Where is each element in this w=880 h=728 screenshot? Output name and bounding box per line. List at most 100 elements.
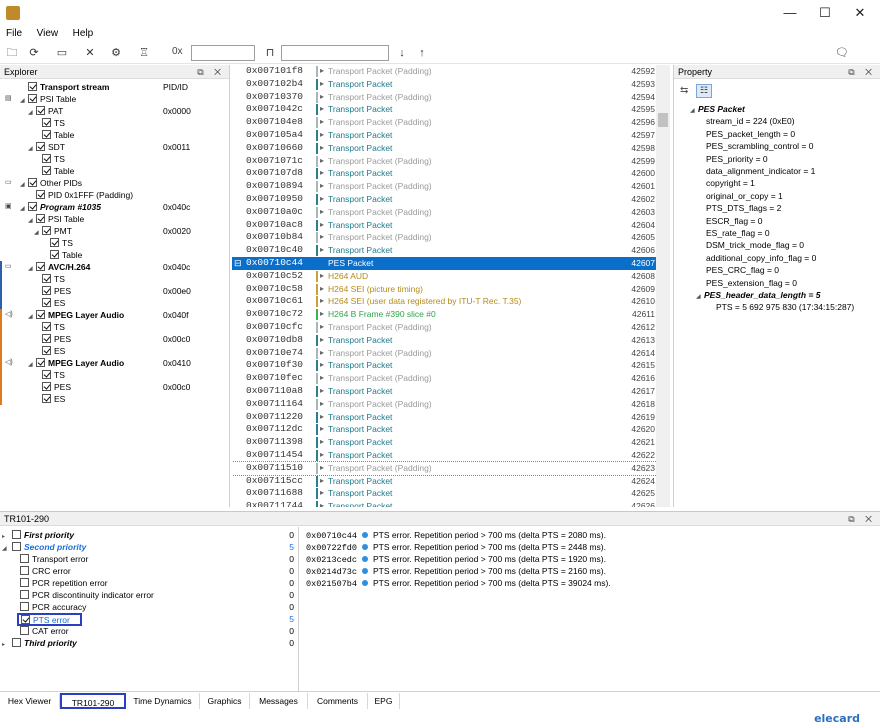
explorer-row-transport-stream[interactable]: Transport stream PID/ID bbox=[0, 81, 229, 93]
packet-row[interactable]: 0x007110a8 ▸ Transport Packet 42617 bbox=[232, 385, 657, 398]
packet-row[interactable]: 0x00710ac8 ▸ Transport Packet 42604 bbox=[232, 219, 657, 232]
checkbox[interactable] bbox=[28, 82, 37, 91]
explorer-row-es[interactable]: ES bbox=[0, 393, 229, 405]
checkbox[interactable] bbox=[42, 298, 51, 307]
tr101-row[interactable]: CRC error 0 bbox=[2, 565, 296, 577]
collapse-arrow-icon[interactable]: ◢ bbox=[690, 105, 698, 118]
packet-row[interactable]: 0x00710a0c ▸ Transport Packet (Padding) 426… bbox=[232, 206, 657, 219]
checkbox[interactable] bbox=[36, 214, 45, 223]
panel-controls[interactable]: ⧉ ✕ bbox=[197, 65, 225, 79]
tab-hex-viewer[interactable]: Hex Viewer bbox=[0, 693, 60, 709]
checkbox[interactable] bbox=[12, 530, 21, 539]
explorer-row-avc-h-264[interactable]: ▭ ◢ AVC/H.264 0x040c bbox=[0, 261, 229, 273]
checkbox[interactable] bbox=[42, 382, 51, 391]
checkbox[interactable] bbox=[42, 166, 51, 175]
expand-arrow-icon[interactable]: ▸ bbox=[320, 142, 324, 155]
expand-arrow-icon[interactable]: ▸ bbox=[320, 385, 324, 398]
packet-row[interactable]: 0x00710c61 ▸ H264 SEI (user data registere… bbox=[232, 295, 657, 308]
packet-row[interactable]: 0x00711744 ▸ Transport Packet 42626 bbox=[232, 500, 657, 507]
reload-icon[interactable]: ⟳ bbox=[26, 45, 42, 61]
menu-file[interactable]: File bbox=[0, 26, 28, 42]
tr101-row[interactable]: CAT error 0 bbox=[2, 625, 296, 637]
checkbox[interactable] bbox=[42, 226, 51, 235]
explorer-row-other-pids[interactable]: ▭ ◢ Other PIDs bbox=[0, 177, 229, 189]
tr101-row[interactable]: ◢ Second priority 5 bbox=[2, 541, 296, 553]
packet-row[interactable]: 0x00711220 ▸ Transport Packet 42619 bbox=[232, 411, 657, 424]
checkbox[interactable] bbox=[20, 602, 29, 611]
explorer-row-pes[interactable]: PES 0x00e0 bbox=[0, 285, 229, 297]
checkbox[interactable] bbox=[20, 566, 29, 575]
expand-arrow-icon[interactable]: ▸ bbox=[320, 129, 324, 142]
checkbox[interactable] bbox=[42, 274, 51, 283]
explorer-row-table[interactable]: Table bbox=[0, 129, 229, 141]
explorer-row-table[interactable]: Table bbox=[0, 249, 229, 261]
expand-arrow-icon[interactable]: ▸ bbox=[320, 372, 324, 385]
tab-messages[interactable]: Messages bbox=[250, 693, 308, 709]
search-input[interactable] bbox=[281, 45, 389, 61]
maximize-button[interactable]: ☐ bbox=[815, 4, 835, 22]
expand-arrow-icon[interactable]: ▸ bbox=[320, 91, 324, 104]
expand-arrow-icon[interactable]: ▸ bbox=[320, 206, 324, 219]
explorer-row-mpeg-layer-audio[interactable]: ◁) ◢ MPEG Layer Audio 0x0410 bbox=[0, 357, 229, 369]
packet-row[interactable]: 0x007104e8 ▸ Transport Packet (Padding) 425… bbox=[232, 116, 657, 129]
error-log-entry[interactable]: 0x0214d73c PTS error. Repetition period >… bbox=[306, 565, 606, 577]
checkbox[interactable] bbox=[50, 238, 59, 247]
packet-row[interactable]: 0x00711398 ▸ Transport Packet 42621 bbox=[232, 436, 657, 449]
panel-controls[interactable]: ⧉ ✕ bbox=[848, 512, 876, 526]
expand-arrow-icon[interactable]: ▸ bbox=[2, 639, 12, 651]
expand-arrow-icon[interactable]: ▸ bbox=[320, 436, 324, 449]
checkbox[interactable] bbox=[20, 590, 29, 599]
explorer-row-pes[interactable]: PES 0x00c0 bbox=[0, 381, 229, 393]
offset-input[interactable] bbox=[191, 45, 255, 61]
checkbox[interactable] bbox=[36, 142, 45, 151]
checkbox[interactable] bbox=[42, 286, 51, 295]
find-icon[interactable]: ⊓ bbox=[262, 45, 278, 61]
packet-scroll-thumb[interactable] bbox=[658, 113, 668, 127]
tr101-row[interactable]: PCR repetition error 0 bbox=[2, 577, 296, 589]
explorer-row-program-1035[interactable]: ▣ ◢ Program #1035 0x040c bbox=[0, 201, 229, 213]
expand-arrow-icon[interactable]: ▸ bbox=[320, 65, 324, 78]
expand-arrow-icon[interactable]: ▸ bbox=[320, 359, 324, 372]
explorer-row-pid-0x1fff-padding-[interactable]: PID 0x1FFF (Padding) bbox=[0, 189, 229, 201]
expand-arrow-icon[interactable]: ▸ bbox=[320, 116, 324, 129]
checkbox[interactable] bbox=[42, 370, 51, 379]
packet-row[interactable]: 0x007105a4 ▸ Transport Packet 42597 bbox=[232, 129, 657, 142]
checkbox[interactable] bbox=[12, 542, 21, 551]
packet-row[interactable]: 0x00710f30 ▸ Transport Packet 42615 bbox=[232, 359, 657, 372]
menu-view[interactable]: View bbox=[31, 26, 65, 42]
panel-controls[interactable]: ⧉ ✕ bbox=[848, 65, 876, 79]
tab-graphics[interactable]: Graphics bbox=[200, 693, 250, 709]
expand-arrow-icon[interactable]: ▸ bbox=[320, 423, 324, 436]
open-folder-icon[interactable]: 🗀 bbox=[4, 45, 20, 61]
checkbox[interactable] bbox=[42, 130, 51, 139]
tab-time-dynamics[interactable]: Time Dynamics bbox=[126, 693, 200, 709]
save-icon[interactable]: ▭ bbox=[54, 45, 70, 61]
tr101-row[interactable]: PCR discontinuity indicator error 0 bbox=[2, 589, 296, 601]
packet-row[interactable]: 0x00711510 ▸ Transport Packet (Padding) 426… bbox=[232, 460, 658, 476]
packet-row[interactable]: ⊟ 0x00710c44 PES Packet 42607 bbox=[232, 257, 657, 270]
checkbox[interactable] bbox=[28, 178, 37, 187]
packet-row[interactable]: 0x00711164 ▸ Transport Packet (Padding) 426… bbox=[232, 398, 657, 411]
checkbox[interactable] bbox=[36, 190, 45, 199]
packet-row[interactable]: 0x007102b4 ▸ Transport Packet 42593 bbox=[232, 78, 657, 91]
tr101-row[interactable]: ▸ Third priority 0 bbox=[2, 637, 296, 649]
explorer-row-sdt[interactable]: ◢ SDT 0x0011 bbox=[0, 141, 229, 153]
explorer-row-es[interactable]: ES bbox=[0, 297, 229, 309]
packet-row[interactable]: 0x00710c40 ▸ Transport Packet 42606 bbox=[232, 244, 657, 257]
packet-row[interactable]: 0x00710cfc ▸ Transport Packet (Padding) 426… bbox=[232, 321, 657, 334]
checkbox[interactable] bbox=[42, 394, 51, 403]
packet-row[interactable]: 0x00710894 ▸ Transport Packet (Padding) 426… bbox=[232, 180, 657, 193]
tab-comments[interactable]: Comments bbox=[308, 693, 368, 709]
explorer-row-ts[interactable]: TS bbox=[0, 321, 229, 333]
expand-arrow-icon[interactable]: ▸ bbox=[320, 449, 324, 462]
expand-arrow-icon[interactable]: ▸ bbox=[320, 462, 324, 475]
explorer-row-psi-table[interactable]: ▤ ◢ PSI Table bbox=[0, 93, 229, 105]
minimize-button[interactable]: — bbox=[780, 4, 800, 22]
packet-row[interactable]: 0x00710c58 ▸ H264 SEI (picture timing) 4260… bbox=[232, 283, 657, 296]
packet-scrollbar[interactable] bbox=[656, 65, 670, 507]
packet-row[interactable]: 0x00710c52 ▸ H264 AUD 42608 bbox=[232, 270, 657, 283]
expand-arrow-icon[interactable]: ▸ bbox=[320, 155, 324, 168]
checkbox[interactable] bbox=[36, 262, 45, 271]
arrow-up-icon[interactable]: ↑ bbox=[414, 45, 430, 61]
sort-icon[interactable]: ⇆ bbox=[680, 85, 688, 96]
